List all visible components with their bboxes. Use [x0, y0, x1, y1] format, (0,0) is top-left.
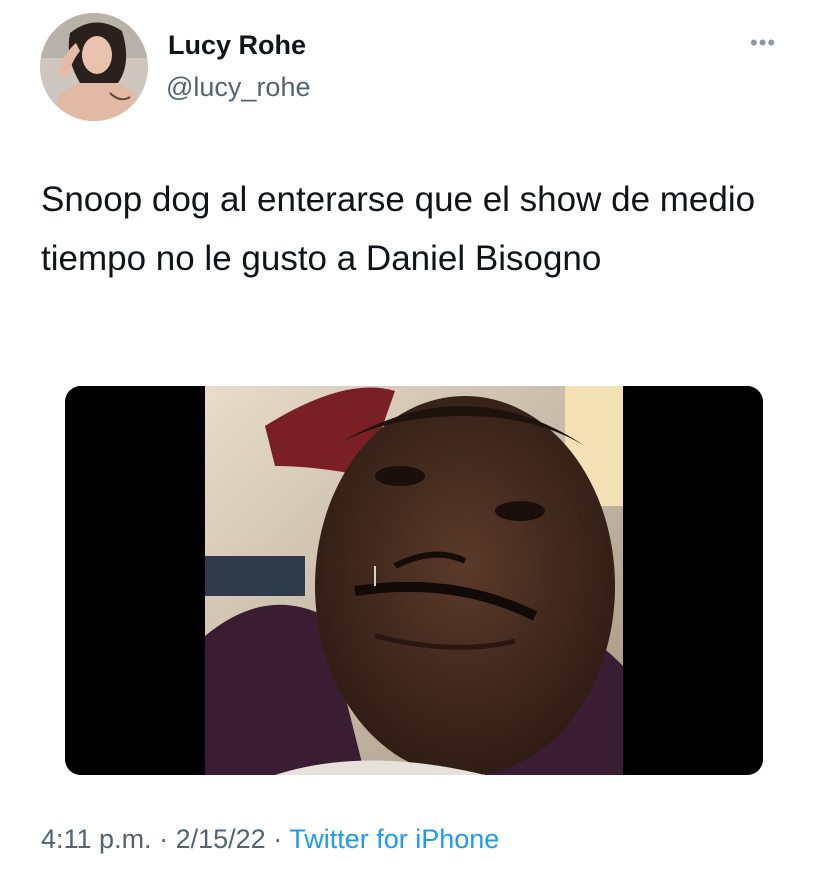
meta-separator: · — [273, 824, 283, 854]
tweet-meta: 4:11 p.m. · 2/15/22 · Twitter for iPhone — [41, 824, 499, 855]
more-options-icon[interactable]: ••• — [750, 32, 776, 54]
tweet-date[interactable]: 2/15/22 — [176, 824, 266, 854]
author-avatar[interactable] — [40, 13, 148, 121]
author-handle[interactable]: @lucy_rohe — [166, 72, 310, 103]
profile-photo — [40, 13, 148, 121]
tweet-source-link[interactable]: Twitter for iPhone — [289, 824, 499, 854]
tweet-time[interactable]: 4:11 p.m. — [41, 824, 152, 854]
meta-separator: · — [159, 824, 169, 854]
tweet-text: Snoop dog al enterarse que el show de me… — [41, 180, 756, 278]
crying-man-photo — [65, 386, 763, 775]
author-display-name[interactable]: Lucy Rohe — [168, 30, 306, 61]
tweet-media[interactable] — [65, 386, 763, 775]
